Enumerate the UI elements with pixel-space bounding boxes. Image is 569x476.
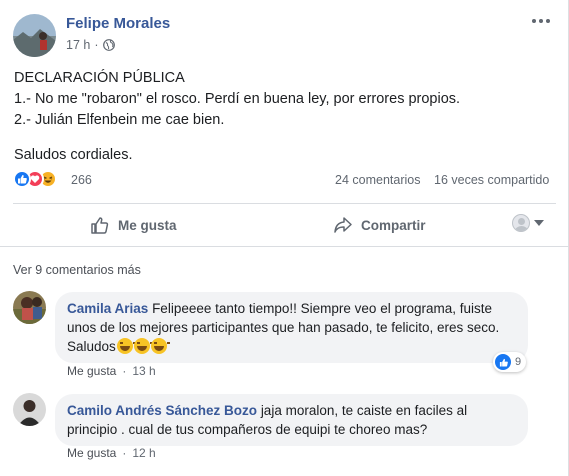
like-button[interactable]: Me gusta [90, 212, 177, 238]
more-options-icon[interactable] [532, 16, 552, 26]
thumbs-up-icon [91, 217, 109, 234]
divider [13, 203, 556, 204]
post-as-selector[interactable] [512, 214, 544, 232]
view-more-comments-link[interactable]: Ver 9 comentarios más [13, 263, 141, 277]
comments-count[interactable]: 24 comentarios [335, 173, 420, 187]
smiling-emoji-icon [116, 338, 136, 354]
comment-reaction-count: 9 [515, 356, 522, 368]
comment-bubble: Camila Arias Felipeeee tanto tiempo!! Si… [55, 292, 528, 363]
comment-avatar[interactable] [13, 393, 46, 426]
post-card: Felipe Morales 17 h · DECLARACIÓN PÚBLIC… [0, 0, 569, 476]
globe-icon[interactable] [102, 39, 115, 51]
comment-meta: Me gusta · 12 h [67, 446, 156, 460]
grinning-emoji-icon [133, 338, 153, 354]
grinning-emoji-icon [150, 338, 170, 354]
post-line: 1.- No me "robaron" el rosco. Perdí en b… [14, 91, 461, 107]
shares-count[interactable]: 16 veces compartido [434, 173, 549, 187]
meta-separator: · [122, 364, 127, 378]
viewer-avatar-icon [512, 214, 530, 232]
meta-separator: · [94, 38, 99, 52]
share-button-label: Compartir [361, 217, 426, 233]
comment-bubble: Camilo Andrés Sánchez Bozo jaja moralon,… [55, 394, 528, 446]
reaction-icons[interactable] [13, 170, 57, 188]
post-text: DECLARACIÓN PÚBLICA 1.- No me "robaron" … [14, 68, 554, 166]
comment-avatar[interactable] [13, 291, 46, 324]
like-icon [13, 170, 31, 188]
reactions-summary: 266 24 comentarios 16 veces compartido [13, 169, 558, 191]
post-time[interactable]: 17 h [66, 38, 90, 52]
reaction-count[interactable]: 266 [71, 173, 92, 187]
meta-separator: · [122, 446, 127, 460]
like-icon [495, 354, 511, 370]
commenter-name[interactable]: Camila Arias [67, 301, 148, 316]
comment-like-link[interactable]: Me gusta [67, 364, 116, 378]
author-name[interactable]: Felipe Morales [66, 15, 170, 32]
post-line: DECLARACIÓN PÚBLICA [14, 70, 185, 86]
share-icon [334, 217, 352, 233]
divider [0, 246, 569, 247]
post-closing: Saludos cordiales. [14, 147, 133, 163]
comment-time[interactable]: 13 h [132, 364, 155, 378]
like-button-label: Me gusta [118, 217, 177, 233]
comment-like-link[interactable]: Me gusta [67, 446, 116, 460]
author-avatar[interactable] [13, 14, 56, 57]
post-line: 2.- Julián Elfenbein me cae bien. [14, 112, 225, 128]
chevron-down-icon [534, 220, 544, 226]
post-meta: 17 h · [66, 38, 115, 52]
comment-time[interactable]: 12 h [132, 446, 155, 460]
comment-reaction-badge[interactable]: 9 [493, 352, 527, 372]
comment-meta: Me gusta · 13 h [67, 364, 156, 378]
commenter-name[interactable]: Camilo Andrés Sánchez Bozo [67, 403, 257, 418]
share-button[interactable]: Compartir [333, 212, 426, 238]
